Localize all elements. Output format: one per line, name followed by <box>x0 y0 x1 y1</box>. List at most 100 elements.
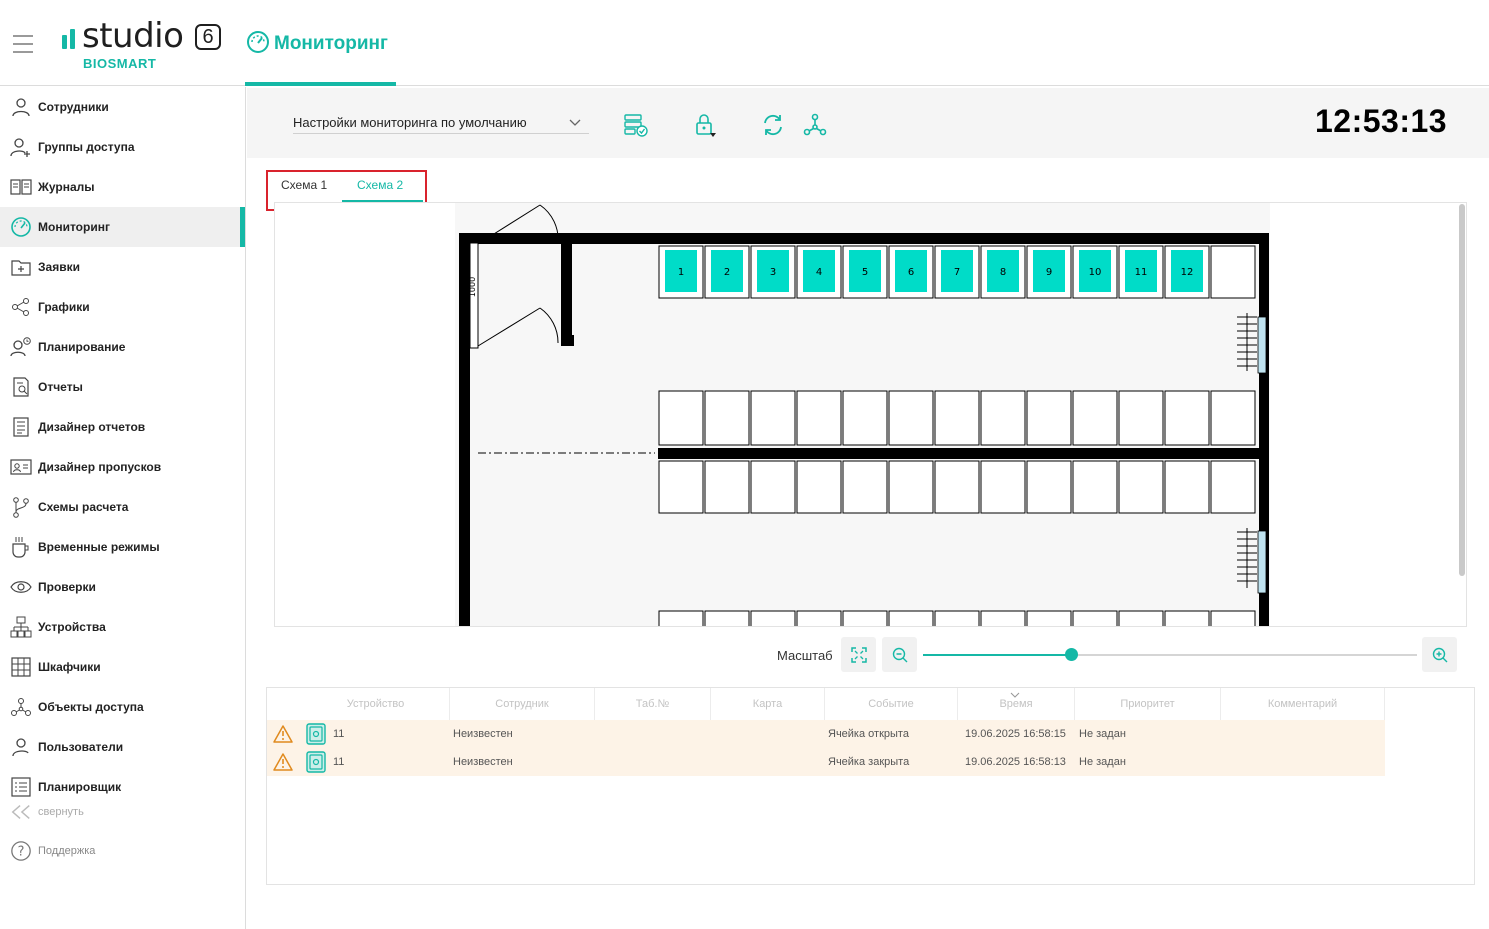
locker-cell[interactable] <box>980 390 1026 446</box>
sidebar-item-9[interactable]: Дизайнер пропусков <box>0 447 245 487</box>
network-icon <box>10 616 32 638</box>
locker-cell[interactable] <box>750 390 796 446</box>
locker-cell[interactable] <box>1118 460 1164 514</box>
sidebar-item-1[interactable]: Группы доступа <box>0 127 245 167</box>
locker-cell[interactable] <box>796 390 842 446</box>
user-group-icon <box>10 136 32 158</box>
locker-cell[interactable] <box>750 460 796 514</box>
locker-cell[interactable] <box>1210 390 1256 446</box>
topology-button[interactable] <box>802 112 828 138</box>
column-header[interactable]: Событие <box>825 688 958 720</box>
locker-cell[interactable] <box>1026 460 1072 514</box>
tab-scheme-2[interactable]: Схема 2 <box>357 178 403 192</box>
column-header[interactable]: Сотрудник <box>450 688 595 720</box>
sidebar-item-4[interactable]: Заявки <box>0 247 245 287</box>
settings-select-value: Настройки мониторинга по умолчанию <box>293 115 527 130</box>
locker-cell[interactable] <box>1164 610 1210 627</box>
locker-cell[interactable] <box>934 390 980 446</box>
locker-cell[interactable] <box>888 390 934 446</box>
hamburger-menu-icon[interactable] <box>13 35 33 53</box>
zoom-slider-thumb[interactable] <box>1065 648 1079 661</box>
sidebar-nav: Сотрудники Группы доступа Журналы Мониторин… <box>0 87 245 807</box>
sidebar-item-16[interactable]: Пользователи <box>0 727 245 767</box>
locker-cell[interactable] <box>842 610 888 627</box>
column-header[interactable]: Комментарий <box>1221 688 1385 720</box>
biosmart-studio-logo[interactable]: studio 6 BIOSMART <box>62 16 227 74</box>
locker-cell[interactable] <box>842 390 888 446</box>
locker-cell[interactable] <box>980 460 1026 514</box>
locker-cell[interactable] <box>704 610 750 627</box>
floor-plan-canvas[interactable]: 1000 1 2 3 4 5 6 7 8 9 10 11 12 <box>274 202 1467 627</box>
tab-scheme-1[interactable]: Схема 1 <box>281 178 327 192</box>
sidebar-item-12[interactable]: Проверки <box>0 567 245 607</box>
page-tab-monitoring[interactable]: Мониторинг <box>245 0 396 86</box>
sidebar-item-14[interactable]: Шкафчики <box>0 647 245 687</box>
support-link[interactable]: ? Поддержка <box>10 840 95 862</box>
locker-cell[interactable] <box>658 390 704 446</box>
refresh-button[interactable] <box>760 112 786 138</box>
locker-cell[interactable] <box>704 390 750 446</box>
sidebar-item-2[interactable]: Журналы <box>0 167 245 207</box>
sidebar-item-13[interactable]: Устройства <box>0 607 245 647</box>
double-chevron-left-icon <box>10 801 32 823</box>
zoom-slider[interactable] <box>923 648 1417 661</box>
locker-cell[interactable] <box>796 610 842 627</box>
sidebar-item-3[interactable]: Мониторинг <box>0 207 245 247</box>
sidebar-item-10[interactable]: Схемы расчета <box>0 487 245 527</box>
locker-cell[interactable] <box>1072 460 1118 514</box>
cell-priority: Не задан <box>1079 728 1126 740</box>
locker-cell[interactable] <box>1118 390 1164 446</box>
sidebar-item-8[interactable]: Дизайнер отчетов <box>0 407 245 447</box>
locker-number: 12 <box>1181 267 1194 278</box>
locker-cell[interactable] <box>888 460 934 514</box>
locker-cell[interactable] <box>842 460 888 514</box>
column-header-label: Карта <box>752 698 783 710</box>
locker-cell[interactable] <box>1164 390 1210 446</box>
sidebar-item-15[interactable]: Объекты доступа <box>0 687 245 727</box>
schema-vertical-scrollbar[interactable] <box>1459 204 1465 576</box>
sidebar-item-7[interactable]: Отчеты <box>0 367 245 407</box>
locker-cell[interactable] <box>658 610 704 627</box>
table-row[interactable]: 11 Неизвестен Ячейка закрыта 19.06.2025 16:… <box>267 748 1385 776</box>
locker-cell[interactable] <box>750 610 796 627</box>
lock-menu-button[interactable] <box>693 112 719 138</box>
column-header[interactable]: Приоритет <box>1075 688 1221 720</box>
locker-cell[interactable] <box>1210 610 1256 627</box>
cell-device: 11 <box>333 756 345 768</box>
locker-cell[interactable] <box>1072 390 1118 446</box>
locker-cell[interactable] <box>934 460 980 514</box>
filter-settings-button[interactable] <box>623 112 649 138</box>
sidebar-item-6[interactable]: Планирование <box>0 327 245 367</box>
column-header[interactable]: Таб.№ <box>595 688 711 720</box>
column-header[interactable]: Карта <box>711 688 825 720</box>
locker-cell[interactable] <box>1164 460 1210 514</box>
locker-cell[interactable] <box>1210 245 1256 299</box>
locker-cell[interactable] <box>888 610 934 627</box>
events-table-header: Устройство Сотрудник Таб.№ Карта Событие Врем… <box>267 688 1385 720</box>
sidebar-item-5[interactable]: Графики <box>0 287 245 327</box>
zoom-out-button[interactable] <box>882 637 917 672</box>
locker-cell[interactable] <box>1026 390 1072 446</box>
sidebar-item-0[interactable]: Сотрудники <box>0 87 245 127</box>
locker-cell[interactable] <box>1210 460 1256 514</box>
locker-number: 4 <box>816 267 822 278</box>
sidebar-item-label: Схемы расчета <box>38 500 129 514</box>
locker-cell[interactable] <box>934 610 980 627</box>
locker-cell[interactable] <box>796 460 842 514</box>
column-header-label: Комментарий <box>1267 698 1338 710</box>
monitoring-settings-select[interactable]: Настройки мониторинга по умолчанию <box>293 110 589 134</box>
column-header[interactable]: Время <box>958 688 1075 720</box>
sidebar-item-11[interactable]: Временные режимы <box>0 527 245 567</box>
locker-cell[interactable] <box>980 610 1026 627</box>
zoom-fit-button[interactable] <box>841 637 876 672</box>
zoom-label: Масштаб <box>777 648 833 663</box>
sidebar-collapse-button[interactable]: свернуть <box>10 801 84 823</box>
locker-cell[interactable] <box>1118 610 1164 627</box>
locker-cell[interactable] <box>1072 610 1118 627</box>
column-header[interactable]: Устройство <box>302 688 450 720</box>
zoom-in-button[interactable] <box>1422 637 1457 672</box>
locker-cell[interactable] <box>704 460 750 514</box>
table-row[interactable]: 11 Неизвестен Ячейка открыта 19.06.2025 16:… <box>267 720 1385 748</box>
locker-cell[interactable] <box>658 460 704 514</box>
locker-cell[interactable] <box>1026 610 1072 627</box>
